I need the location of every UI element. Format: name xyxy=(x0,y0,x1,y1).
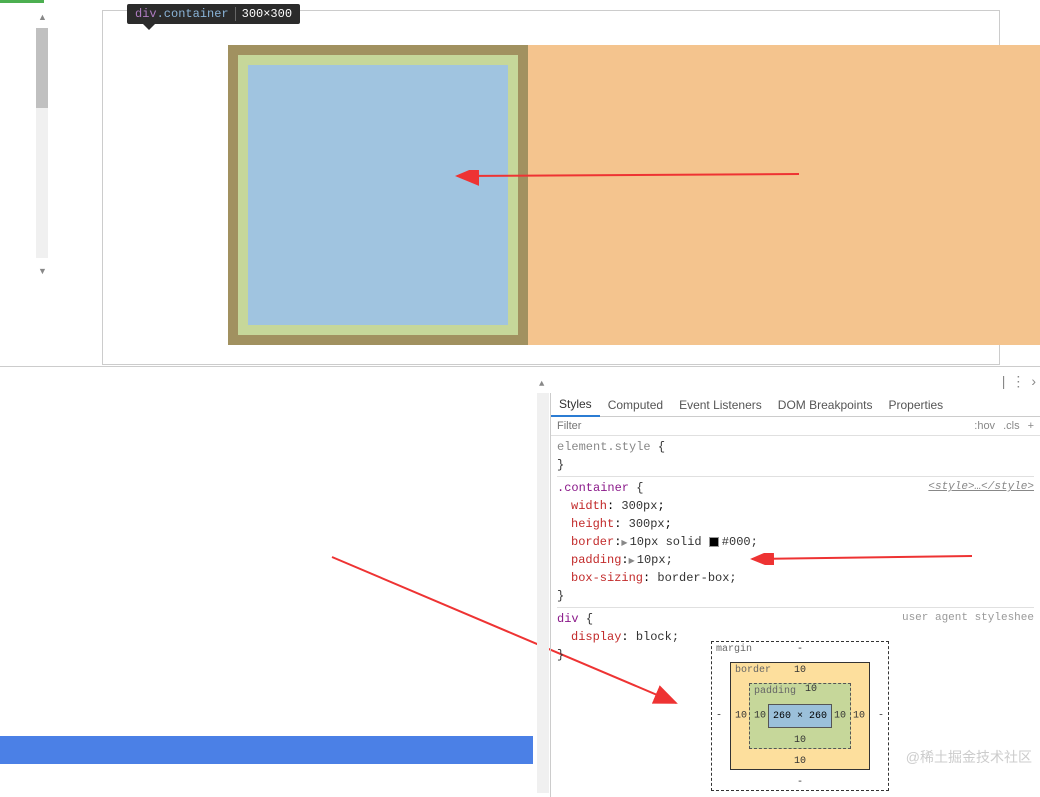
divider-icon: | xyxy=(1002,373,1006,390)
bottom-selection-bar xyxy=(0,736,533,764)
rule-element-style[interactable]: element.style { } xyxy=(557,438,1034,474)
rule-container[interactable]: .container { <style>…</style> width: 300… xyxy=(557,479,1034,605)
tab-event-listeners[interactable]: Event Listeners xyxy=(671,394,770,416)
rule-source-ua: user agent styleshee xyxy=(902,610,1034,627)
styles-rules-pane: element.style { } .container { <style>…<… xyxy=(551,436,1040,666)
devtools-styles-panel: ▲ Styles Computed Event Listeners DOM Br… xyxy=(550,393,1040,797)
demo-background xyxy=(228,45,1040,345)
expand-icon: ▶ xyxy=(621,538,627,550)
styles-filter-row: :hov .cls + xyxy=(551,417,1040,436)
chevron-right-icon[interactable]: › xyxy=(1031,373,1036,390)
tab-dom-breakpoints[interactable]: DOM Breakpoints xyxy=(770,394,881,416)
container-element[interactable] xyxy=(228,45,528,345)
add-rule-button[interactable]: + xyxy=(1028,420,1034,432)
container-padding-area xyxy=(238,55,518,335)
styles-filter-input[interactable] xyxy=(557,420,974,432)
devtools-tabs: Styles Computed Event Listeners DOM Brea… xyxy=(551,393,1040,417)
expand-icon: ▶ xyxy=(629,556,635,568)
container-content-area xyxy=(248,65,508,325)
cls-toggle[interactable]: .cls xyxy=(1003,420,1020,432)
scroll-up-icon[interactable]: ▲ xyxy=(38,12,47,22)
rule-source-link[interactable]: <style>…</style> xyxy=(928,479,1034,496)
devtools-toolbar-right: | ⋮ › xyxy=(998,371,1040,392)
tab-computed[interactable]: Computed xyxy=(600,394,671,416)
color-swatch-icon[interactable] xyxy=(709,537,719,547)
hov-toggle[interactable]: :hov xyxy=(974,420,995,432)
scroll-up-icon[interactable]: ▲ xyxy=(539,379,544,389)
element-highlight-tooltip: div.container 300×300 xyxy=(127,4,300,24)
devtools-scrollbar[interactable]: ▲ xyxy=(537,393,549,793)
padding-label: padding xyxy=(754,686,796,697)
tooltip-tag: div xyxy=(135,7,157,21)
scroll-down-icon[interactable]: ▼ xyxy=(38,266,47,276)
tooltip-class: .container xyxy=(157,7,229,21)
annotation-arrow-1 xyxy=(443,170,803,188)
tooltip-dims: 300×300 xyxy=(242,7,292,21)
content-dims: 260 × 260 xyxy=(768,704,832,728)
tab-styles[interactable]: Styles xyxy=(551,393,600,417)
tab-properties[interactable]: Properties xyxy=(880,394,951,416)
margin-label: margin xyxy=(716,644,752,655)
more-icon[interactable]: ⋮ xyxy=(1011,373,1025,390)
page-scrollbar[interactable]: ▲ ▼ xyxy=(36,28,48,258)
border-label: border xyxy=(735,665,771,676)
box-model-diagram[interactable]: margin - - - - border 10 10 10 10 paddin… xyxy=(711,641,889,791)
